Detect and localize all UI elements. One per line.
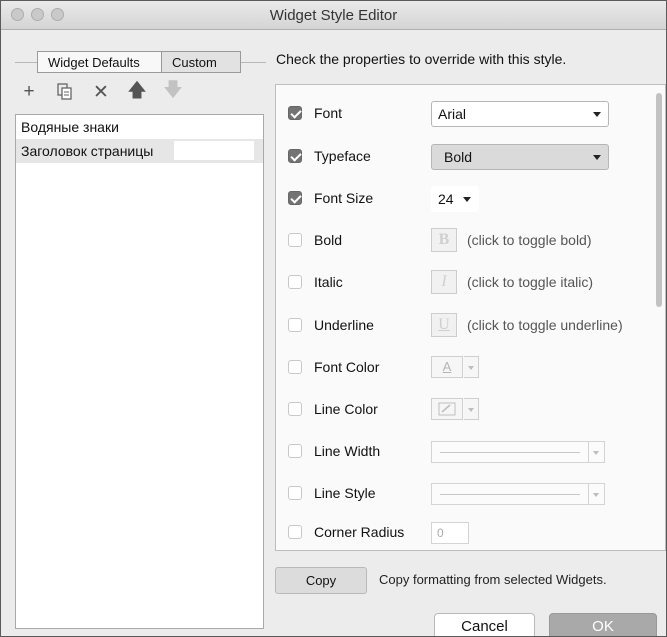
font-size-label: Font Size <box>314 190 374 206</box>
font-value: Arial <box>438 106 467 122</box>
tab-bar: Widget Defaults Custom <box>37 51 241 73</box>
line-style-checkbox[interactable] <box>288 486 302 500</box>
font-checkbox[interactable] <box>288 106 302 120</box>
list-item[interactable]: Водяные знаки <box>16 115 263 139</box>
chevron-down-icon <box>463 197 471 202</box>
tabs-divider-right <box>241 62 266 63</box>
duplicate-icon[interactable] <box>53 80 77 104</box>
font-color-picker[interactable]: A <box>431 356 479 378</box>
font-label: Font <box>314 105 343 121</box>
typeface-checkbox[interactable] <box>288 149 302 163</box>
line-style-dropdown[interactable] <box>431 483 605 505</box>
bold-hint: (click to toggle bold) <box>467 232 592 248</box>
italic-toggle-button[interactable]: I <box>431 270 457 294</box>
chevron-down-icon <box>593 155 601 160</box>
bold-label: Bold <box>314 232 343 248</box>
style-list-toolbar: + ✕ 🡅 🡇 <box>17 80 197 104</box>
line-width-label: Line Width <box>314 443 381 459</box>
plus-icon[interactable]: + <box>17 80 41 104</box>
typeface-label: Typeface <box>314 148 371 164</box>
move-up-icon[interactable]: 🡅 <box>125 80 149 104</box>
pencil-icon <box>431 398 463 420</box>
move-down-icon: 🡇 <box>163 80 183 101</box>
cancel-button[interactable]: Cancel <box>434 613 535 636</box>
tab-custom[interactable]: Custom <box>162 51 241 73</box>
bold-checkbox[interactable] <box>288 233 302 247</box>
font-dropdown[interactable]: Arial <box>431 101 609 127</box>
rename-field[interactable] <box>174 141 254 160</box>
line-width-dropdown[interactable] <box>431 441 605 463</box>
italic-checkbox[interactable] <box>288 275 302 289</box>
underline-toggle-button[interactable]: U <box>431 313 457 337</box>
list-item-selected[interactable]: Заголовок страницы <box>16 139 263 163</box>
chevron-down-icon <box>589 483 605 505</box>
title-bar: Widget Style Editor <box>1 1 666 30</box>
ok-button[interactable]: OK <box>549 613 657 636</box>
chevron-down-icon <box>593 112 601 117</box>
corner-radius-checkbox[interactable] <box>288 525 302 539</box>
line-style-label: Line Style <box>314 485 376 501</box>
font-color-checkbox[interactable] <box>288 360 302 374</box>
corner-radius-label: Corner Radius <box>314 524 405 540</box>
underline-hint: (click to toggle underline) <box>467 317 623 333</box>
font-color-icon: A <box>431 356 463 378</box>
typeface-value: Bold <box>444 149 473 165</box>
chevron-down-icon <box>464 398 479 420</box>
underline-checkbox[interactable] <box>288 318 302 332</box>
font-size-value: 24 <box>438 191 454 207</box>
underline-label: Underline <box>314 317 374 333</box>
tab-widget-defaults[interactable]: Widget Defaults <box>37 51 162 73</box>
line-style-preview <box>431 483 589 505</box>
italic-hint: (click to toggle italic) <box>467 274 594 290</box>
corner-radius-input[interactable]: 0 <box>431 522 469 544</box>
font-size-dropdown[interactable]: 24 <box>431 186 479 212</box>
properties-panel: Font Arial Typeface Bold Font Size 24 Bo… <box>275 84 666 551</box>
line-color-picker[interactable] <box>431 398 479 420</box>
delete-icon[interactable]: ✕ <box>89 80 113 104</box>
instructions-text: Check the properties to override with th… <box>276 51 567 67</box>
list-item-label: Заголовок страницы <box>21 143 154 159</box>
line-color-label: Line Color <box>314 401 378 417</box>
line-width-preview <box>431 441 589 463</box>
bold-toggle-button[interactable]: B <box>431 228 457 252</box>
font-color-label: Font Color <box>314 359 380 375</box>
window-title: Widget Style Editor <box>269 7 398 24</box>
style-list: Водяные знаки Заголовок страницы <box>15 114 264 629</box>
typeface-dropdown[interactable]: Bold <box>431 144 609 170</box>
copy-hint: Copy formatting from selected Widgets. <box>379 572 607 587</box>
widget-style-editor-window: Widget Style Editor Widget Defaults Cust… <box>0 0 667 637</box>
list-item-label: Водяные знаки <box>21 119 119 135</box>
font-size-checkbox[interactable] <box>288 191 302 205</box>
chevron-down-icon <box>589 441 605 463</box>
line-width-checkbox[interactable] <box>288 444 302 458</box>
italic-label: Italic <box>314 274 343 290</box>
line-color-checkbox[interactable] <box>288 402 302 416</box>
copy-button[interactable]: Copy <box>275 567 367 594</box>
tabs-divider-left <box>15 62 37 63</box>
chevron-down-icon <box>464 356 479 378</box>
font-color-glyph: A <box>442 359 452 374</box>
properties-scrollbar[interactable] <box>656 93 662 307</box>
